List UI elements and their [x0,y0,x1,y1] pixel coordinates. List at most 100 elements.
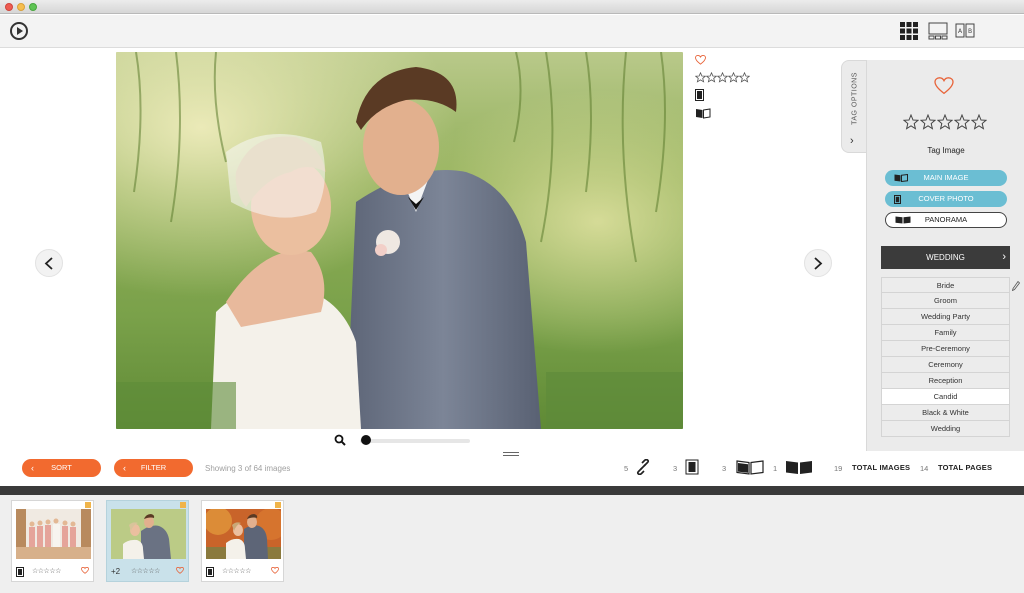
single-page-count: 3 [673,464,678,473]
single-view-icon [928,22,948,40]
thumbnail-1[interactable]: ☆☆☆☆☆ [11,500,94,582]
minimize-window-button[interactable] [17,3,25,11]
next-image-button[interactable] [804,249,832,277]
favorite-heart-indicator[interactable] [695,52,755,68]
main-toolbar: A B [0,15,1024,48]
star-rating-icon [694,71,751,83]
panorama-label: PANORAMA [924,215,968,224]
group-count-badge: +2 [111,567,121,576]
tag-options-tab[interactable]: TAG OPTIONS › [841,60,867,153]
play-icon [17,27,23,35]
zoom-control [334,434,474,448]
star-3-icon[interactable] [937,114,953,130]
zoom-slider-knob[interactable] [361,435,371,445]
single-page-icon [685,459,699,475]
sort-label: SORT [51,463,72,472]
grid-view-button[interactable] [900,22,920,40]
star-1-icon[interactable] [903,114,919,130]
heart-icon[interactable] [81,567,89,574]
tag-item-ceremony[interactable]: Ceremony [881,357,1010,373]
tag-list: Bride Groom Wedding Party Family Pre-Cer… [881,277,1010,437]
play-slideshow-button[interactable] [10,22,28,40]
tag-item-reception[interactable]: Reception [881,373,1010,389]
rating-indicator[interactable] [694,70,755,86]
panorama-book-icon [895,216,911,224]
compare-view-button[interactable]: A B [955,22,975,40]
zoom-window-button[interactable] [29,3,37,11]
thumbnail-2[interactable]: +2 ☆☆☆☆☆ [106,500,189,582]
single-page-icon [206,567,214,577]
thumbnail-image [206,509,281,559]
tag-corner-icon [180,502,186,508]
single-page-icon [695,89,704,101]
close-window-button[interactable] [5,3,13,11]
star-4-icon[interactable] [954,114,970,130]
single-view-button[interactable] [928,22,948,40]
thumbnail-footer: +2 ☆☆☆☆☆ [111,567,186,577]
heart-icon [695,54,706,65]
filter-button[interactable]: ‹ FILTER [114,459,193,477]
panorama-book-icon [786,461,812,474]
thumbnail-stars[interactable]: ☆☆☆☆☆ [131,567,160,575]
thumbnail-image [16,509,91,559]
heart-icon[interactable] [176,567,184,574]
thumbnail-footer: ☆☆☆☆☆ [206,567,281,577]
star-5-icon[interactable] [971,114,987,130]
pencil-icon [1011,280,1021,292]
tag-item-family[interactable]: Family [881,325,1010,341]
main-image-label: MAIN IMAGE [923,173,969,182]
tag-options-label: TAG OPTIONS [851,72,859,125]
previous-image-button[interactable] [35,249,63,277]
svg-text:A: A [958,28,963,35]
main-photo[interactable] [116,52,683,429]
open-book-icon [696,108,711,119]
showing-count-text: Showing 3 of 64 images [205,464,291,473]
tag-corner-icon [275,502,281,508]
tag-item-pre-ceremony[interactable]: Pre-Ceremony [881,341,1010,357]
filmstrip: ☆☆☆☆☆ +2 ☆☆☆☆☆ ☆☆☆☆☆ [0,495,1024,593]
star-2-icon[interactable] [920,114,936,130]
panorama-count: 1 [773,464,778,473]
thumbnail-3[interactable]: ☆☆☆☆☆ [201,500,284,582]
tag-item-black-white[interactable]: Black & White [881,405,1010,421]
tag-item-wedding-party[interactable]: Wedding Party [881,309,1010,325]
compare-view-icon: A B [955,23,975,38]
chevron-left-icon [44,257,53,270]
thumbnail-footer: ☆☆☆☆☆ [16,567,91,577]
tag-item-candid[interactable]: Candid [881,389,1010,405]
total-images-label: TOTAL IMAGES [852,463,911,472]
filmstrip-divider [0,486,1024,495]
chevron-right-icon: › [850,135,854,147]
heart-icon[interactable] [271,567,279,574]
thumbnail-stars[interactable]: ☆☆☆☆☆ [222,567,251,575]
category-label: WEDDING [926,253,965,262]
single-page-icon [16,567,24,577]
panorama-button[interactable]: PANORAMA [885,212,1007,228]
chevron-right-icon [814,257,823,270]
spread-indicator[interactable] [695,106,755,122]
single-page-icon [894,194,901,204]
open-book-icon [736,460,764,475]
total-pages-count: 14 [920,464,929,473]
wedding-couple-photo [116,52,683,429]
bottom-bar: ‹ SORT ‹ FILTER Showing 3 of 64 images 5… [0,457,1024,486]
magnifier-icon [334,434,346,446]
total-pages-label: TOTAL PAGES [938,463,993,472]
thumbnail-stars[interactable]: ☆☆☆☆☆ [32,567,61,575]
tag-item-wedding[interactable]: Wedding [881,421,1010,437]
open-book-icon [894,174,908,182]
zoom-slider-track[interactable] [360,439,470,443]
tag-image-label: Tag Image [927,146,965,155]
single-page-indicator[interactable] [695,88,755,104]
filter-label: FILTER [140,463,167,472]
edit-tags-button[interactable] [1011,278,1021,296]
tag-item-bride[interactable]: Bride [881,277,1010,293]
category-selector[interactable]: WEDDING › [881,246,1010,269]
tag-item-groom[interactable]: Groom [881,293,1010,309]
cover-photo-button[interactable]: COVER PHOTO [885,191,1007,207]
main-image-button[interactable]: MAIN IMAGE [885,170,1007,186]
sort-button[interactable]: ‹ SORT [22,459,101,477]
chevron-right-icon: › [1002,251,1006,263]
rating-stars [903,114,987,130]
favorite-button[interactable] [934,77,954,100]
